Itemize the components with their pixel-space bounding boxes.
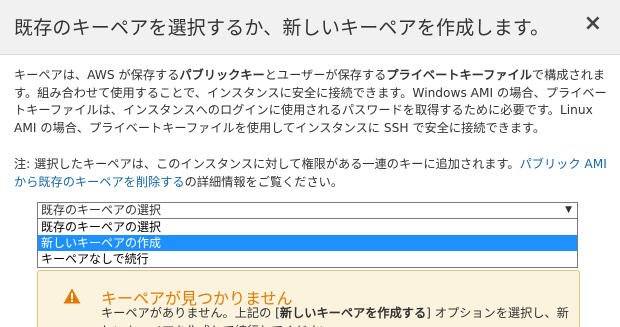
keypair-dialog: 既存のキーペアを選択するか、新しいキーペアを作成します。 × キーペアは、AWS… (0, 0, 620, 327)
dialog-header: 既存のキーペアを選択するか、新しいキーペアを作成します。 × (0, 0, 620, 55)
create-new-keypair-term: 新しいキーペアを作成する (279, 306, 427, 320)
option-select-existing[interactable]: 既存のキーペアの選択 (38, 219, 577, 235)
dialog-title: 既存のキーペアを選択するか、新しいキーペアを作成します。 (14, 17, 550, 39)
option-create-new[interactable]: 新しいキーペアの作成 (38, 235, 577, 251)
option-proceed-without[interactable]: キーペアなしで続行 (38, 251, 577, 267)
note-prefix: 注: 選択したキーペアは、このインスタンスに対して権限がある一連のキーに追加され… (14, 157, 520, 171)
note-text: 注: 選択したキーペアは、このインスタンスに対して権限がある一連のキーに追加され… (14, 156, 610, 191)
public-key-term: パブリックキー (179, 68, 265, 82)
note-suffix: の詳細情報をご覧ください。 (184, 174, 344, 189)
keypair-description: キーペアは、AWS が保存するパブリックキーとユーザーが保存するプライベートキー… (14, 67, 610, 137)
keypair-select[interactable]: 既存のキーペアの選択 ▼ 既存のキーペアの選択 新しいキーペアの作成 キーペアな… (37, 202, 578, 268)
keypair-options-list: 既存のキーペアの選択 新しいキーペアの作成 キーペアなしで続行 (37, 219, 578, 268)
description-text: キーペアは、AWS が保存する (14, 68, 180, 82)
warning-text: キーペアがありません。上記の [新しいキーペアを作成する] オプションを選択し、… (101, 305, 571, 327)
warning-alert: キーペアが見つかりません キーペアがありません。上記の [新しいキーペアを作成す… (37, 270, 580, 327)
close-icon[interactable]: × (584, 12, 602, 36)
description-text: とユーザーが保存する (264, 68, 387, 82)
keypair-select-value: 既存のキーペアの選択 (41, 203, 162, 217)
warning-triangle-icon (63, 288, 81, 304)
warning-text-part: キーペアがありません。上記の [ (101, 306, 280, 320)
private-key-file-term: プライベートキーファイル (386, 68, 532, 82)
keypair-select-box[interactable]: 既存のキーペアの選択 ▼ (37, 202, 578, 219)
chevron-down-icon: ▼ (565, 205, 572, 215)
